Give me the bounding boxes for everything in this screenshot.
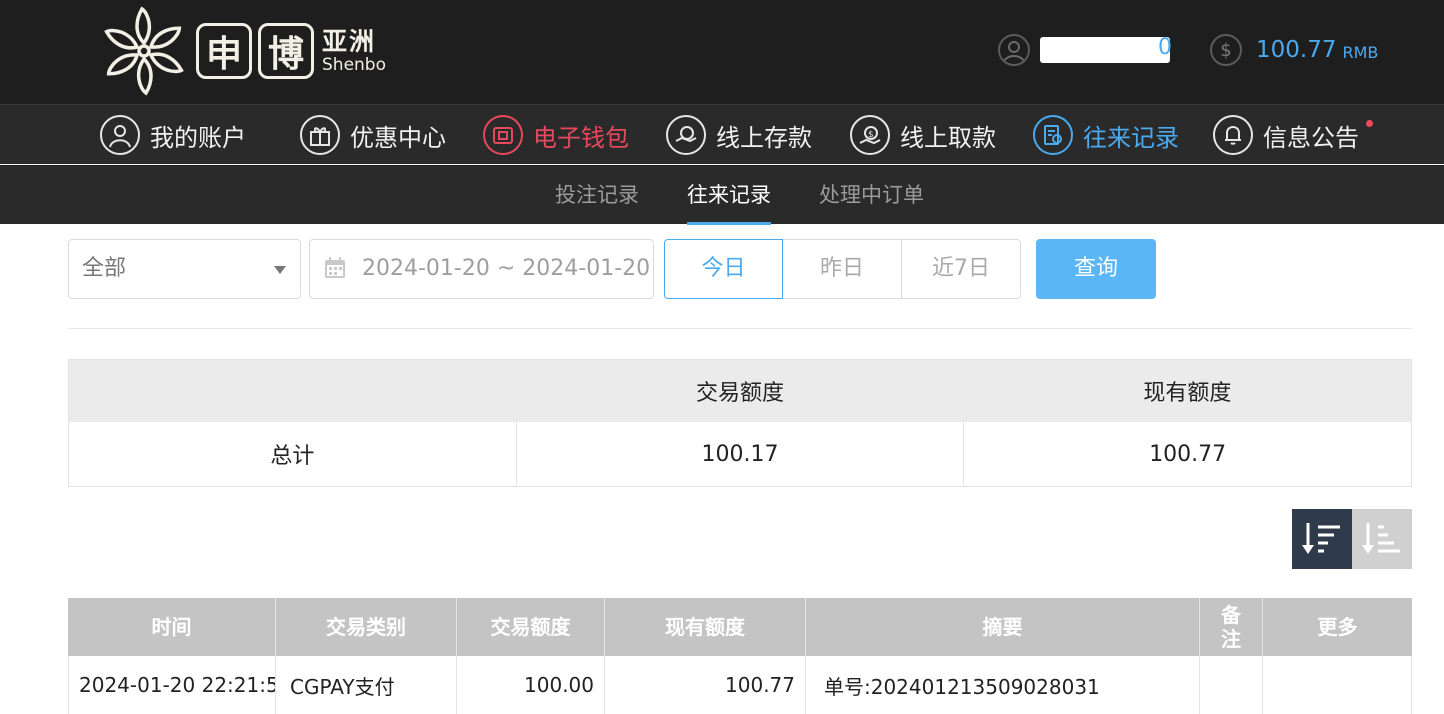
tab-pending-orders[interactable]: 处理中订单 — [819, 166, 924, 225]
col-note: 备 注 — [1200, 598, 1263, 656]
col-balance: 现有额度 — [605, 598, 806, 656]
sort-ascending-button[interactable] — [1352, 509, 1412, 569]
bell-icon — [1213, 115, 1253, 155]
col-time: 时间 — [68, 598, 276, 656]
cell-time: 2024-01-20 22:21:59 — [69, 656, 276, 714]
date-range-input[interactable]: 2024-01-20 ~ 2024-01-20 — [309, 239, 654, 299]
logo-char-2: 博 — [258, 23, 314, 79]
nav-announcements[interactable]: 信息公告 — [1213, 114, 1373, 156]
logo-en: Shenbo — [322, 54, 386, 75]
nav-label: 电子钱包 — [533, 123, 629, 152]
summary-header-balance: 现有额度 — [1143, 381, 1232, 406]
tab-bet-records[interactable]: 投注记录 — [555, 166, 639, 225]
nav-label: 信息公告 — [1263, 123, 1359, 152]
nav-my-account[interactable]: 我的账户 — [100, 114, 246, 156]
type-select[interactable]: 全部 — [68, 239, 301, 299]
summary-table: 交易额度 现有额度 总计 100.17 100.77 — [68, 359, 1412, 487]
col-type: 交易类别 — [276, 598, 457, 656]
main-nav: 我的账户 优惠中心 电子钱包 线上存款 $ 线上取款 往来记录 信息公告 — [0, 104, 1444, 164]
masked-username: 0 — [1040, 35, 1172, 63]
logo-subtitle: 亚洲 Shenbo — [322, 29, 386, 74]
balance-display: $ 100.77 RMB — [1210, 32, 1378, 68]
nav-label: 我的账户 — [150, 123, 246, 152]
sort-descending-button[interactable] — [1292, 509, 1352, 569]
summary-header: 交易额度 现有额度 — [69, 360, 1411, 422]
nav-deposit[interactable]: 线上存款 — [666, 114, 812, 156]
nav-label: 线上取款 — [900, 123, 996, 152]
nav-label: 优惠中心 — [350, 123, 446, 152]
notification-dot — [1366, 119, 1373, 127]
type-select-value: 全部 — [82, 256, 127, 281]
calendar-icon — [325, 257, 345, 278]
sort-asc-icon — [1362, 523, 1400, 554]
nav-transactions[interactable]: 往来记录 — [1033, 114, 1179, 156]
top-header: 申 博 亚洲 Shenbo 0 $ 100.77 RMB — [0, 0, 1444, 104]
dollar-icon: $ — [1210, 34, 1242, 66]
logo-char-1: 申 — [196, 23, 252, 79]
nav-label: 线上存款 — [716, 123, 812, 152]
table-row[interactable]: 2024-01-20 22:21:59 CGPAY支付 100.00 100.7… — [68, 656, 1412, 714]
summary-row: 总计 100.17 100.77 — [69, 422, 1411, 486]
summary-header-blank — [69, 360, 516, 422]
sort-desc-icon — [1302, 523, 1340, 554]
cell-note — [1200, 656, 1263, 714]
last-7-days-button[interactable]: 近7日 — [902, 239, 1021, 299]
nav-promotions[interactable]: 优惠中心 — [300, 114, 446, 156]
wallet-icon — [483, 115, 523, 155]
balance-amount: 100.77 — [1256, 37, 1337, 63]
caret-down-icon — [274, 266, 286, 274]
date-range-value: 2024-01-20 ~ 2024-01-20 — [362, 256, 651, 281]
cell-amount: 100.00 — [457, 656, 605, 714]
summary-total-balance: 100.77 — [963, 422, 1411, 486]
balance-currency: RMB — [1342, 42, 1379, 62]
tab-transactions[interactable]: 往来记录 — [687, 166, 771, 225]
cell-type: CGPAY支付 — [276, 656, 457, 714]
nav-e-wallet[interactable]: 电子钱包 — [483, 114, 629, 156]
gift-icon — [300, 115, 340, 155]
cell-more[interactable] — [1263, 656, 1410, 714]
summary-total-amount: 100.17 — [515, 422, 964, 486]
brand-logo[interactable]: 申 博 亚洲 Shenbo — [98, 6, 386, 96]
user-account[interactable]: 0 — [998, 32, 1172, 68]
logo-cn: 亚洲 — [322, 26, 377, 56]
user-icon — [998, 34, 1030, 66]
cell-summary: 单号:202401213509028031 — [806, 656, 1200, 714]
query-button[interactable]: 查询 — [1036, 239, 1156, 299]
user-icon — [100, 115, 140, 155]
records-table: 时间 交易类别 交易额度 现有额度 摘要 备 注 更多 2024-01-20 2… — [68, 598, 1412, 714]
svg-text:$: $ — [868, 130, 874, 140]
nav-withdraw[interactable]: $ 线上取款 — [850, 114, 996, 156]
today-button[interactable]: 今日 — [664, 239, 783, 299]
col-more: 更多 — [1317, 615, 1358, 639]
nav-label-wrap: 信息公告 — [1263, 118, 1373, 153]
records-header: 时间 交易类别 交易额度 现有额度 摘要 备 注 更多 — [68, 598, 1412, 656]
col-amount: 交易额度 — [457, 598, 605, 656]
yesterday-button[interactable]: 昨日 — [783, 239, 902, 299]
deposit-icon — [666, 115, 706, 155]
username-fragment: 0 — [1158, 35, 1172, 60]
nav-label: 往来记录 — [1083, 123, 1179, 152]
col-summary: 摘要 — [806, 598, 1200, 656]
summary-total-label: 总计 — [270, 444, 315, 469]
flower-logo-icon — [104, 6, 184, 96]
divider — [68, 328, 1412, 329]
withdraw-icon: $ — [850, 115, 890, 155]
sub-nav: 投注记录 往来记录 处理中订单 — [0, 165, 1444, 225]
records-icon — [1033, 115, 1073, 155]
cell-balance: 100.77 — [605, 656, 806, 714]
summary-header-amount: 交易额度 — [695, 381, 784, 406]
